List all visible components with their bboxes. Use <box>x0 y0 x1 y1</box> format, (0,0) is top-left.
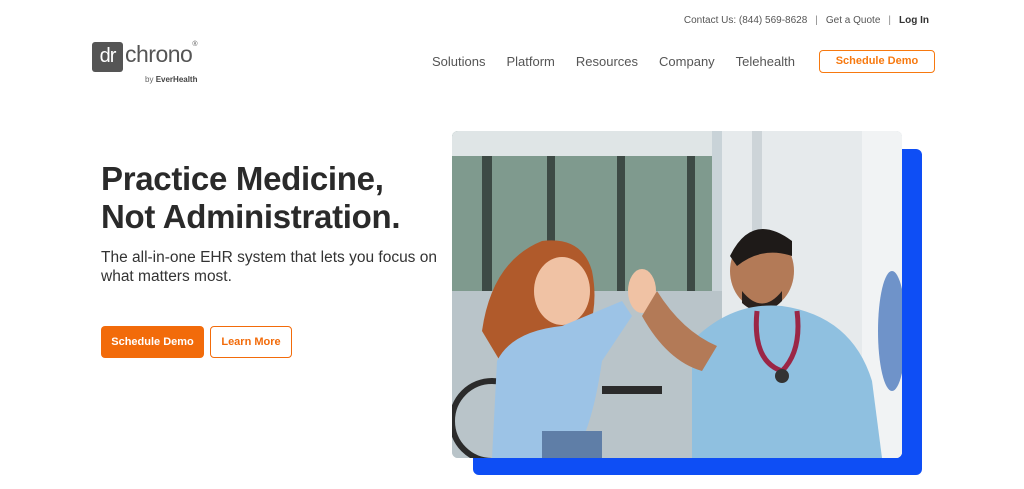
logo-by-brand: EverHealth <box>155 75 198 84</box>
nav-item-company[interactable]: Company <box>659 54 715 69</box>
hero-headline-line1: Practice Medicine, <box>101 160 384 197</box>
drchrono-logo[interactable]: dr chrono® by EverHealth <box>92 41 222 87</box>
login-link[interactable]: Log In <box>899 15 929 26</box>
schedule-demo-button[interactable]: Schedule Demo <box>101 326 204 358</box>
learn-more-button[interactable]: Learn More <box>210 326 292 358</box>
get-quote-link[interactable]: Get a Quote <box>826 15 880 26</box>
hero-headline-line2: Not Administration. <box>101 198 401 235</box>
utility-bar: Contact Us: (844) 569-8628 | Get a Quote… <box>684 15 929 26</box>
photo-doctor-high-five-child-icon <box>452 131 902 458</box>
nav-item-resources[interactable]: Resources <box>576 54 638 69</box>
nav-item-platform[interactable]: Platform <box>506 54 554 69</box>
separator: | <box>888 15 891 26</box>
separator: | <box>815 15 818 26</box>
hero-headline: Practice Medicine, Not Administration. <box>101 160 401 236</box>
logo-byline: by EverHealth <box>145 75 197 84</box>
logo-dr-mark: dr <box>92 42 123 72</box>
main-nav: Solutions Platform Resources Company Tel… <box>432 50 935 73</box>
logo-chrono-text: chrono <box>125 41 193 67</box>
hero-subhead: The all-in-one EHR system that lets you … <box>101 249 437 285</box>
nav-item-telehealth[interactable]: Telehealth <box>736 54 795 69</box>
logo-registered-mark: ® <box>192 41 197 48</box>
contact-link[interactable]: Contact Us: (844) 569-8628 <box>684 15 807 26</box>
logo-wordmark: chrono® <box>125 41 197 68</box>
logo-by-prefix: by <box>145 75 154 84</box>
hero-photo <box>452 131 902 458</box>
nav-item-solutions[interactable]: Solutions <box>432 54 485 69</box>
nav-schedule-demo-button[interactable]: Schedule Demo <box>818 50 935 73</box>
